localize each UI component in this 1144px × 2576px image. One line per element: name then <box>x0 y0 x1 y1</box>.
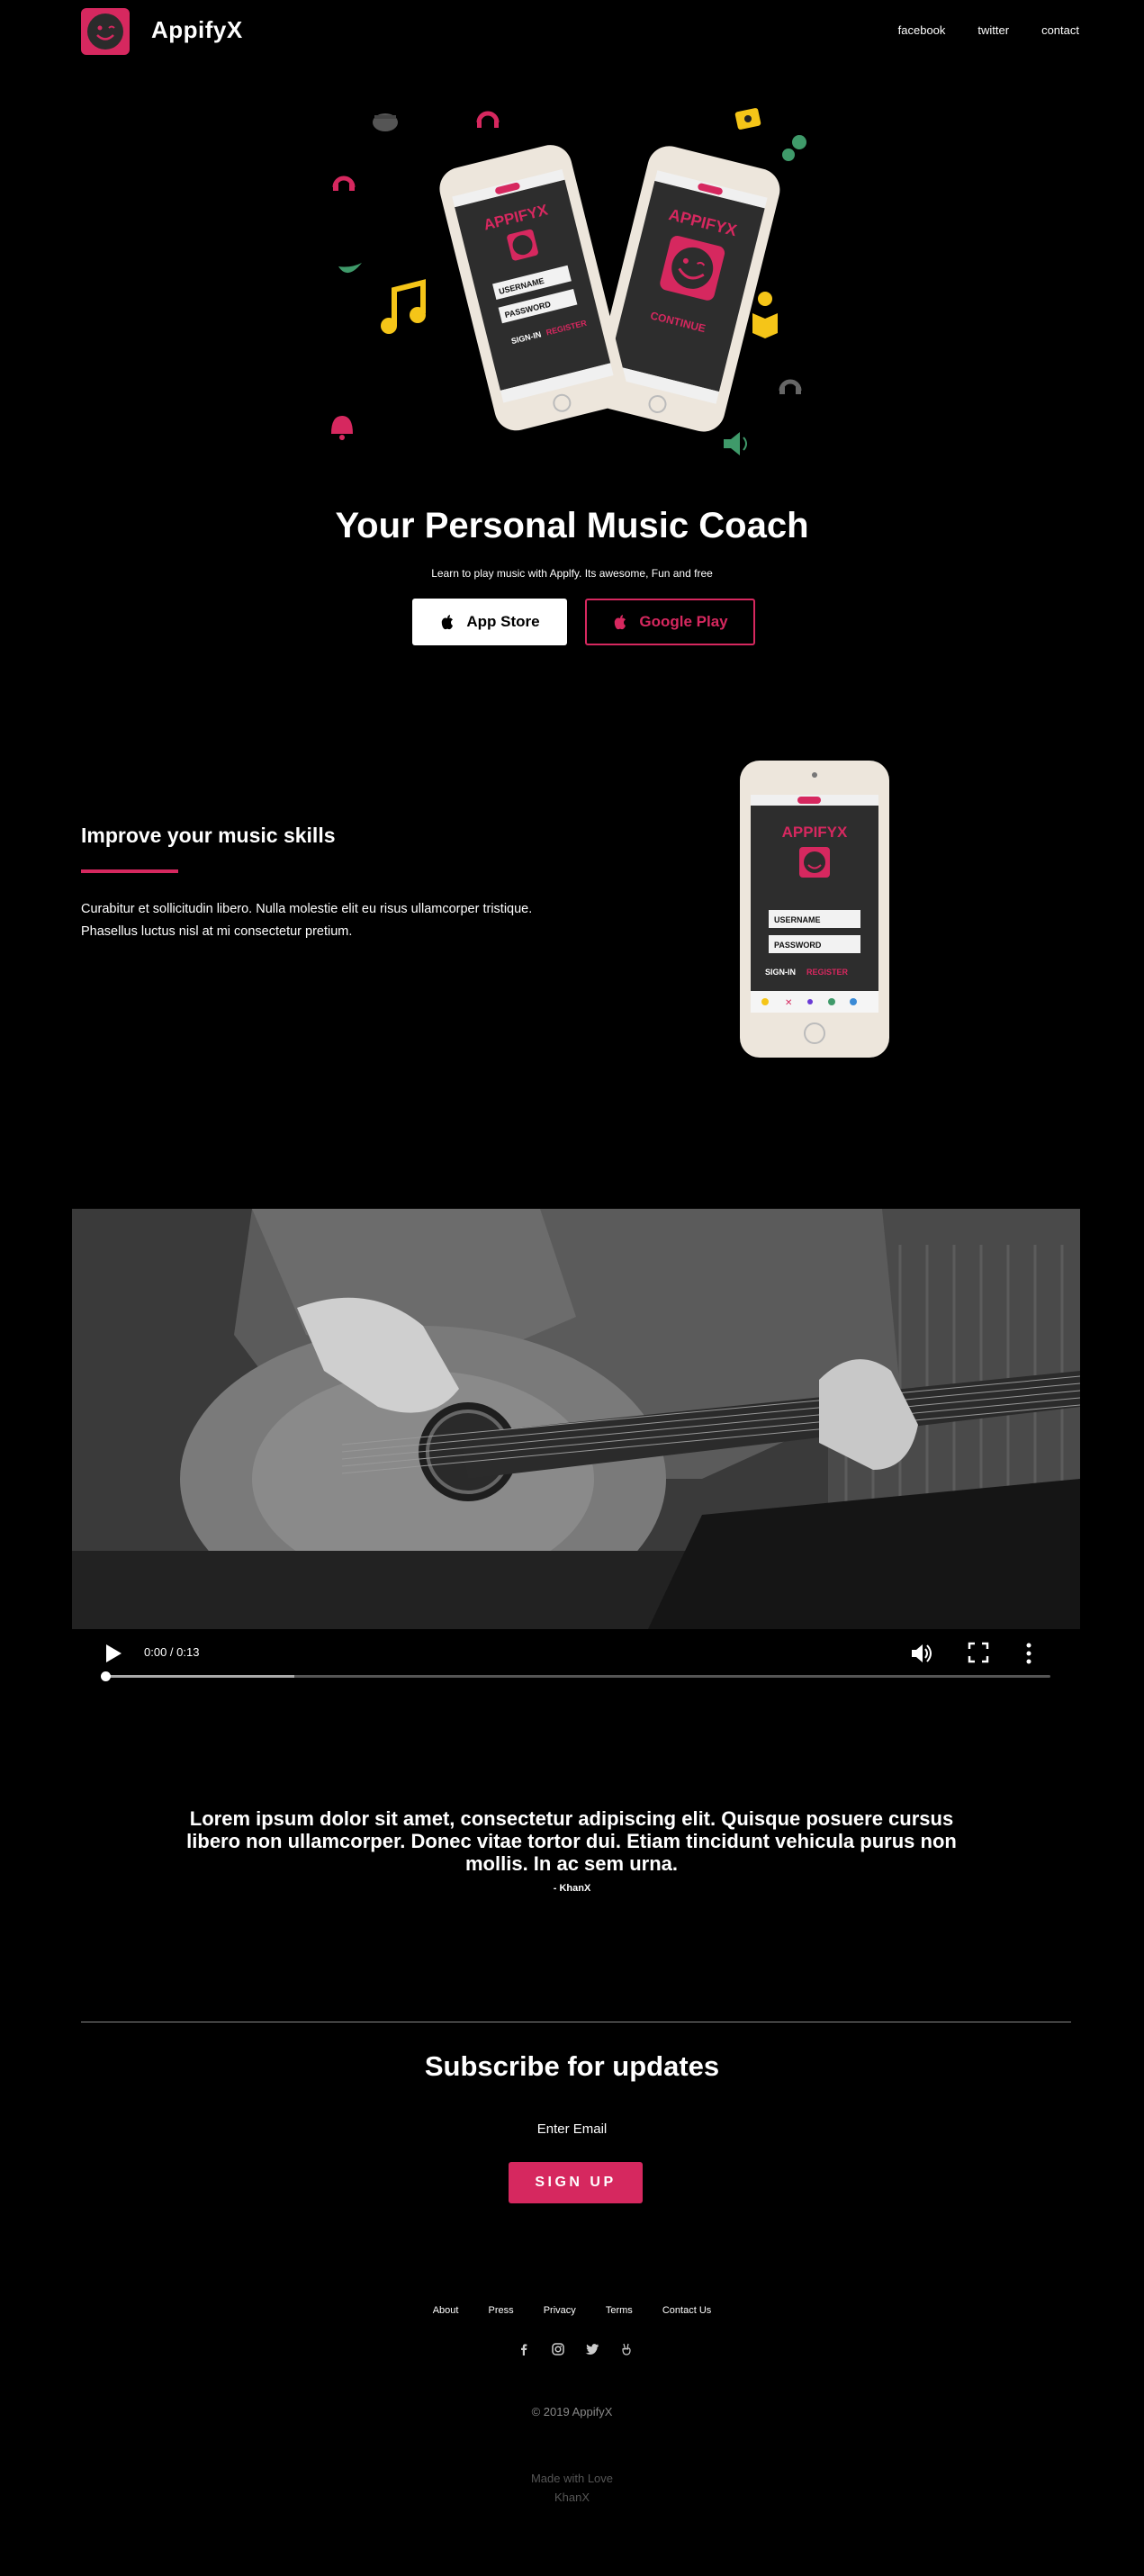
feature-text: Curabitur et sollicitudin libero. Nulla … <box>81 902 533 939</box>
sign-up-button[interactable]: SIGN UP <box>509 2162 643 2203</box>
video-buffer-bar <box>105 1675 294 1678</box>
smiley-icon <box>87 14 123 50</box>
hero-subtitle: Learn to play music with Applfy. Its awe… <box>431 567 713 580</box>
nav-link-facebook[interactable]: facebook <box>898 23 946 37</box>
made-with-line-2: KhanX <box>554 2490 590 2504</box>
hero-phones-illustration: APPIFYX CONTINUE APPIFYX USERNAME PASSWO… <box>331 108 806 455</box>
drum-icon <box>373 113 398 131</box>
subscribe-title: Subscribe for updates <box>424 2050 720 2082</box>
svg-text:✕: ✕ <box>785 998 792 1008</box>
nav-link-contact[interactable]: contact <box>1041 23 1079 37</box>
video-still-guitarist <box>72 1209 1080 1629</box>
speaker-icon <box>724 432 747 455</box>
brand-name[interactable]: AppifyX <box>151 16 243 44</box>
instagram-icon[interactable] <box>551 2342 565 2356</box>
testimonial-quote: Lorem ipsum dolor sit amet, consectetur … <box>186 1807 957 1875</box>
footer-link-about[interactable]: About <box>433 2305 459 2316</box>
social-icons <box>517 2340 634 2358</box>
headphones-icon <box>476 111 500 128</box>
google-play-button[interactable]: Google Play <box>585 599 755 645</box>
feature-phone-app-name: APPIFYX <box>782 824 848 841</box>
made-with-line-1: Made with Love <box>530 2472 614 2485</box>
footer-link-privacy[interactable]: Privacy <box>544 2305 576 2316</box>
email-field[interactable]: Enter Email <box>0 2121 1144 2137</box>
headphones-small-icon <box>332 176 356 191</box>
victory-hand-icon[interactable] <box>619 2342 634 2356</box>
top-nav: AppifyX facebook twitter contact <box>0 0 1144 63</box>
apple-icon <box>442 615 454 630</box>
facebook-icon[interactable] <box>517 2342 531 2356</box>
leaf-icon <box>338 263 362 274</box>
video-controls: 0:00 / 0:13 <box>72 1629 1080 1681</box>
made-with-credit: Made with Love KhanX <box>0 2469 1144 2507</box>
google-play-label: Google Play <box>639 613 728 630</box>
phone-left: APPIFYX USERNAME PASSWORD SIGN-IN REGIST… <box>439 145 627 431</box>
nav-links: facebook twitter contact <box>866 23 1079 37</box>
app-store-button[interactable]: App Store <box>412 599 567 645</box>
testimonial-author: - KhanX <box>553 1883 591 1894</box>
video-progress-bar[interactable] <box>101 1671 1050 1681</box>
footer-link-contact-us[interactable]: Contact Us <box>662 2305 711 2316</box>
twitter-icon[interactable] <box>585 2342 599 2356</box>
footer-links: About Press Privacy Terms Contact Us <box>0 2305 1144 2316</box>
bell-icon <box>331 416 353 440</box>
book-reader-icon <box>752 292 778 338</box>
feature-phone-username: USERNAME <box>774 915 821 924</box>
logo[interactable] <box>81 8 130 55</box>
app-store-label: App Store <box>466 613 540 630</box>
more-options-icon[interactable] <box>1024 1642 1033 1665</box>
feature-divider <box>81 869 178 873</box>
guitar-pick-icon <box>782 135 806 161</box>
feature-phone-illustration: APPIFYX USERNAME PASSWORD SIGN-IN REGIST… <box>740 761 889 1058</box>
hero-title: Your Personal Music Coach <box>335 506 809 545</box>
video-frame[interactable] <box>72 1209 1080 1629</box>
apple-icon <box>615 615 626 630</box>
music-note-icon <box>381 279 426 334</box>
video-player[interactable]: 0:00 / 0:13 <box>72 1209 1080 1681</box>
nav-link-twitter[interactable]: twitter <box>977 23 1009 37</box>
feature-phone-signin: SIGN-IN <box>765 968 796 977</box>
play-icon[interactable] <box>104 1644 122 1663</box>
feature-title: Improve your music skills <box>81 824 336 847</box>
volume-icon[interactable] <box>909 1642 932 1665</box>
footer-link-terms[interactable]: Terms <box>606 2305 633 2316</box>
fullscreen-icon[interactable] <box>968 1642 989 1663</box>
copyright: © 2019 AppifyX <box>531 2405 613 2418</box>
footer-link-press[interactable]: Press <box>489 2305 514 2316</box>
video-time: 0:00 / 0:13 <box>144 1645 200 1659</box>
feature-phone-register: REGISTER <box>806 968 849 977</box>
headset-icon <box>779 379 802 394</box>
radio-icon <box>734 108 761 130</box>
feature-phone-password: PASSWORD <box>774 941 822 950</box>
video-scrubber-handle[interactable] <box>101 1671 111 1681</box>
